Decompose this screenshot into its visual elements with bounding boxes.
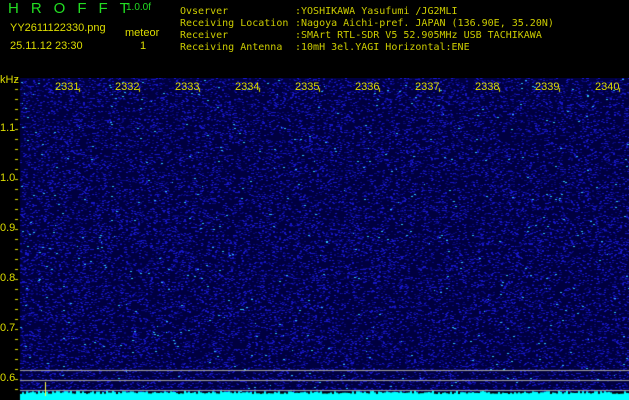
info-receiver: Receiver:SMArt RTL-SDR V5 52.905MHz USB … — [180, 30, 542, 42]
y-tick-label: 0.7 — [0, 322, 15, 334]
x-tick-label: 2332 — [115, 81, 139, 93]
info-label: Receiver — [180, 30, 295, 42]
x-tick-label: 2331 — [55, 81, 79, 93]
version-label: 1.0.0f — [126, 2, 151, 13]
info-value: :10mH 3el.YAGI Horizontal:ENE — [295, 42, 470, 53]
mode-label: meteor — [125, 27, 159, 39]
meteor-count: 1 — [140, 40, 146, 52]
info-observer: Ovserver:YOSHIKAWA Yasufumi /JG2MLI — [180, 6, 458, 18]
x-tick-label: 2338 — [475, 81, 499, 93]
y-tick-label: 1.0 — [0, 172, 15, 184]
waterfall-spectrogram — [0, 78, 629, 400]
x-tick-label: 2336 — [355, 81, 379, 93]
x-tick-label: 2334 — [235, 81, 259, 93]
info-label: Receiving Location — [180, 18, 295, 30]
timestamp-label: 25.11.12 23:30 — [10, 40, 83, 52]
info-label: Ovserver — [180, 6, 295, 18]
x-tick-label: 2335 — [295, 81, 319, 93]
y-tick-label: 0.9 — [0, 222, 15, 234]
x-tick-label: 2333 — [175, 81, 199, 93]
x-tick-label: 2339 — [535, 81, 559, 93]
filename-label: YY2611122330.png — [10, 22, 106, 34]
info-location: Receiving Location:Nagoya Aichi-pref. JA… — [180, 18, 554, 30]
x-tick-label: 2337 — [415, 81, 439, 93]
y-tick-label: 0.8 — [0, 272, 15, 284]
y-tick-label: 1.1 — [0, 122, 15, 134]
info-antenna: Receiving Antenna:10mH 3el.YAGI Horizont… — [180, 42, 470, 54]
info-label: Receiving Antenna — [180, 42, 295, 54]
info-value: :SMArt RTL-SDR V5 52.905MHz USB TACHIKAW… — [295, 30, 542, 41]
info-value: :YOSHIKAWA Yasufumi /JG2MLI — [295, 6, 458, 17]
x-tick-label: 2340 — [595, 81, 619, 93]
unit-label: kHz — [0, 74, 19, 86]
app-logo: HROFFT — [8, 0, 141, 17]
info-value: :Nagoya Aichi-pref. JAPAN (136.90E, 35.2… — [295, 18, 554, 29]
y-tick-label: 0.6 — [0, 372, 15, 384]
